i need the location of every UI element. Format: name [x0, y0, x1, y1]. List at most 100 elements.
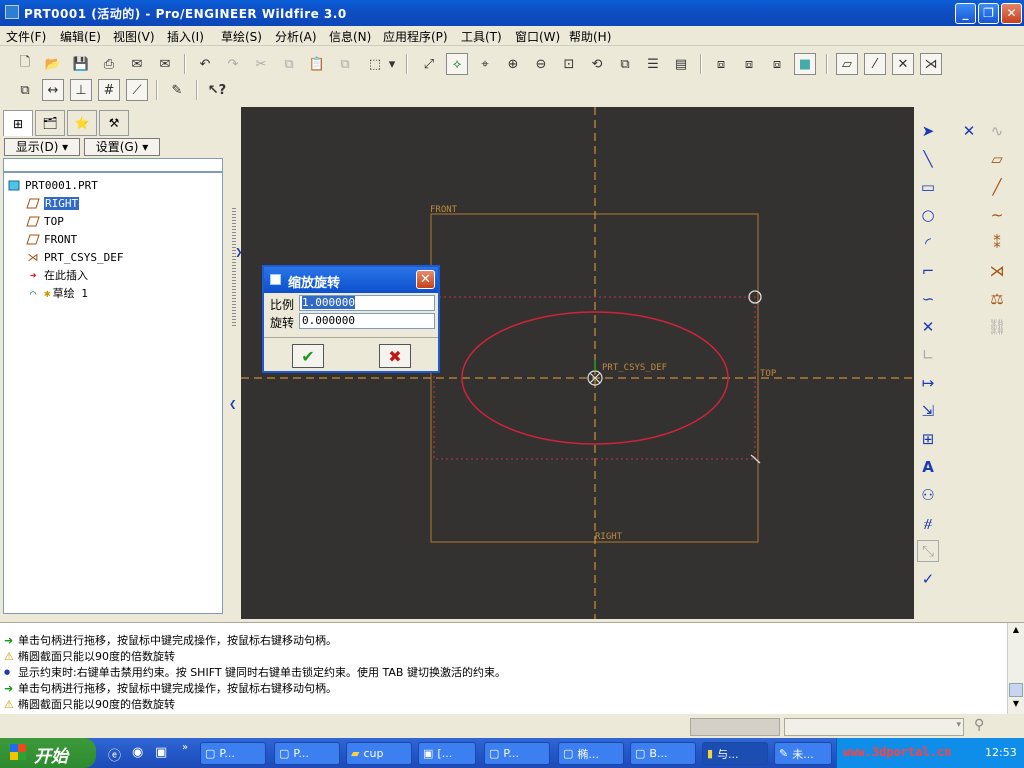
menu-help[interactable]: 帮助(H) — [569, 28, 611, 45]
tree-item-top[interactable]: TOP — [26, 213, 64, 229]
zoom-out-icon[interactable]: ⊖ — [530, 53, 552, 75]
menu-edit[interactable]: 编辑(E) — [60, 28, 101, 45]
select-arrow-icon[interactable]: ➤ — [917, 120, 939, 142]
menu-applications[interactable]: 应用程序(P) — [383, 28, 448, 45]
hidden-line-icon[interactable]: ⧈ — [738, 53, 760, 75]
dialog-close-button[interactable]: ✕ — [416, 270, 435, 289]
pane-splitter[interactable]: ❯ ❮ — [229, 108, 243, 618]
paste-special-icon[interactable]: ⧉ — [334, 53, 356, 75]
display-dimensions-icon[interactable]: ↔ — [42, 79, 64, 101]
point-icon[interactable]: ✕ — [917, 316, 939, 338]
rotate-input[interactable]: 0.000000 — [299, 313, 435, 329]
display-grid-icon[interactable]: # — [98, 79, 120, 101]
reorient-icon[interactable]: ⟲ — [586, 53, 608, 75]
collapse-arrow-icon[interactable]: ❮ — [229, 400, 237, 410]
taskbar-item[interactable]: ▢ P... — [200, 742, 266, 765]
fillet-icon[interactable]: ⌐ — [917, 260, 939, 282]
filter-select[interactable]: ▾ — [784, 718, 964, 736]
text-icon[interactable]: A — [917, 456, 939, 478]
tree-item-sketch[interactable]: ⌒ ✱ 草绘 1 — [26, 285, 88, 301]
shading-icon[interactable]: ■ — [794, 53, 816, 75]
taskbar-item[interactable]: ▢ P... — [484, 742, 550, 765]
menu-window[interactable]: 窗口(W) — [515, 28, 560, 45]
desktop-icon[interactable]: ▣ — [155, 745, 167, 760]
connections-tab[interactable]: ⚒ — [99, 110, 129, 136]
scale-input[interactable]: 1.000000 — [299, 295, 435, 311]
ok-button[interactable]: ✔ — [292, 344, 324, 368]
dimension-icon[interactable]: ↦ — [917, 372, 939, 394]
cut-icon[interactable]: ✂ — [250, 53, 272, 75]
save-icon[interactable]: 💾 — [70, 53, 92, 75]
print-icon[interactable]: ⎙ — [98, 53, 120, 75]
zoom-in-icon[interactable]: ⊕ — [502, 53, 524, 75]
wireframe-icon[interactable]: ⧈ — [710, 53, 732, 75]
taskbar-item[interactable]: ▰ cup — [346, 742, 412, 765]
menu-insert[interactable]: 插入(I) — [167, 28, 204, 45]
mirror-icon[interactable]: ⤡ — [917, 540, 939, 562]
media-player-icon[interactable]: ◉ — [132, 745, 143, 760]
tree-root[interactable]: PRT0001.PRT — [7, 177, 98, 193]
email-link-icon[interactable]: ✉ — [154, 53, 176, 75]
taskbar-item[interactable]: ▣ [... — [418, 742, 476, 765]
blend-curve-icon[interactable]: ∿ — [986, 120, 1008, 142]
sketch-setup-icon[interactable]: ⧉ — [14, 79, 36, 101]
menu-view[interactable]: 视图(V) — [113, 28, 155, 45]
palette-icon[interactable]: ⚇ — [917, 484, 939, 506]
no-hidden-icon[interactable]: ⧈ — [766, 53, 788, 75]
taskbar-item-active[interactable]: ▮ 与... — [702, 742, 768, 765]
refit-icon[interactable]: ⊡ — [558, 53, 580, 75]
open-file-icon[interactable]: 📂 — [42, 53, 64, 75]
settings-dropdown[interactable]: 设置(G) ▾ — [84, 138, 160, 156]
tree-item-insert-here[interactable]: ➜ 在此插入 — [26, 267, 88, 283]
context-help-icon[interactable]: ↖? — [206, 79, 228, 101]
datum-plane-tool-icon[interactable]: ▱ — [986, 148, 1008, 170]
menu-analysis[interactable]: 分析(A) — [275, 28, 317, 45]
line-icon[interactable]: ╲ — [917, 148, 939, 170]
clock[interactable]: 12:53 — [985, 746, 1017, 759]
display-constraints-icon[interactable]: ⊥ — [70, 79, 92, 101]
ie-icon[interactable]: ⓔ — [108, 745, 121, 764]
delete-icon[interactable]: ✕ — [958, 120, 980, 142]
paste-icon[interactable]: 📋 — [306, 53, 328, 75]
datum-axes-icon[interactable]: ⁄ — [864, 53, 886, 75]
favorites-tab[interactable]: ⭐ — [67, 110, 97, 136]
layers-icon[interactable]: ☰ — [642, 53, 664, 75]
datum-curve-icon[interactable]: ∼ — [986, 204, 1008, 226]
done-checkmark-icon[interactable]: ✓ — [917, 568, 939, 590]
new-file-icon[interactable]: 🗋 — [14, 53, 36, 75]
view-manager-icon[interactable]: ▤ — [670, 53, 692, 75]
rectangle-icon[interactable]: ▭ — [917, 176, 939, 198]
analysis-feature-icon[interactable]: ⚖ — [986, 288, 1008, 310]
circle-icon[interactable]: ○ — [917, 204, 939, 226]
taskbar-item[interactable]: ✎ 未... — [774, 742, 832, 765]
chevron-down-icon[interactable]: ▾ — [386, 53, 398, 75]
menu-file[interactable]: 文件(F) — [6, 28, 46, 45]
close-button[interactable]: ✕ — [1001, 3, 1022, 24]
cancel-button[interactable]: ✖ — [379, 344, 411, 368]
scroll-down-icon[interactable]: ▼ — [1009, 699, 1023, 713]
copy-icon[interactable]: ⧉ — [278, 53, 300, 75]
datum-points-icon[interactable]: ✕ — [892, 53, 914, 75]
menu-sketch[interactable]: 草绘(S) — [221, 28, 262, 45]
find-icon[interactable]: ⌖ — [474, 53, 496, 75]
datum-planes-icon[interactable]: ▱ — [836, 53, 858, 75]
show-dropdown[interactable]: 显示(D) ▾ — [4, 138, 80, 156]
tree-item-front[interactable]: FRONT — [26, 231, 77, 247]
scroll-thumb[interactable] — [1009, 683, 1023, 697]
modify-icon[interactable]: ⇲ — [917, 400, 939, 422]
regenerate-icon[interactable]: ⤢ — [418, 53, 440, 75]
quicklaunch-more-icon[interactable]: » — [182, 742, 188, 753]
redo-icon[interactable]: ↷ — [222, 53, 244, 75]
taskbar-item[interactable]: ▢ B... — [630, 742, 696, 765]
email-icon[interactable]: ✉ — [126, 53, 148, 75]
use-edge-icon[interactable]: ∟ — [917, 344, 939, 366]
datum-axis-tool-icon[interactable]: ╱ — [986, 176, 1008, 198]
arc-icon[interactable]: ◜ — [917, 232, 939, 254]
sketch-mode-icon[interactable]: ⟡ — [446, 53, 468, 75]
folder-browser-tab[interactable]: 🗂 — [35, 110, 65, 136]
undo-icon[interactable]: ↶ — [194, 53, 216, 75]
selection-box-icon[interactable]: ⬚ — [364, 53, 386, 75]
saved-views-icon[interactable]: ⧉ — [614, 53, 636, 75]
taskbar-item[interactable]: ▢ P... — [274, 742, 340, 765]
message-scrollbar[interactable]: ▲ ▼ — [1007, 623, 1024, 715]
